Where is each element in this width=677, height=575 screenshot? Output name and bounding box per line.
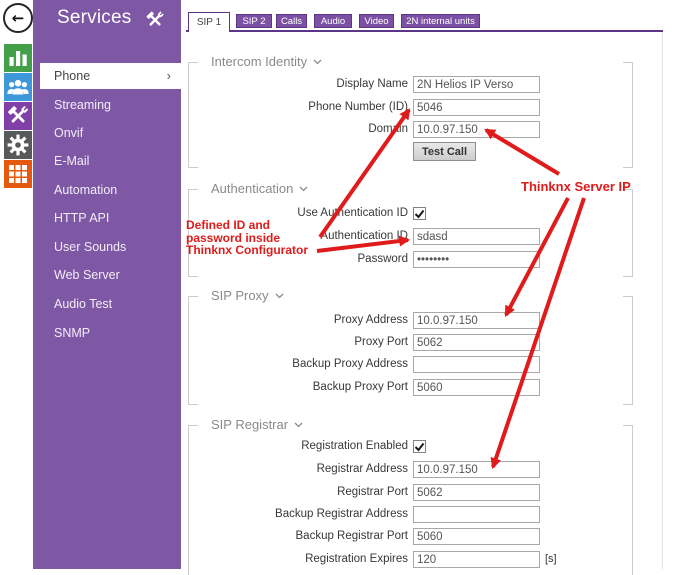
grid-icon xyxy=(4,160,32,188)
sidebar-title: Services xyxy=(57,7,131,29)
backup-proxy-port-input[interactable] xyxy=(413,379,540,396)
annotation-server-ip-label: Thinknx Server IP xyxy=(521,179,631,194)
backup-registrar-address-input[interactable] xyxy=(413,506,540,523)
sidebar-item-onvif[interactable]: Onvif xyxy=(54,125,83,141)
sidebar-item-snmp[interactable]: SNMP xyxy=(54,325,90,341)
authentication-id-input[interactable] xyxy=(413,228,540,245)
chevron-right-icon: › xyxy=(167,63,171,89)
back-button[interactable]: ← xyxy=(3,3,33,33)
sidebar-item-streaming[interactable]: Streaming xyxy=(54,97,111,113)
backup-proxy-address-input[interactable] xyxy=(413,356,540,373)
sidebar-item-automation[interactable]: Automation xyxy=(54,182,117,198)
registration-expires-input[interactable] xyxy=(413,551,540,568)
row-registration-expires: Registration Expires [s] xyxy=(188,551,628,568)
services-sidebar: Services Phone › Streaming Onvif E-Mail … xyxy=(33,0,181,569)
row-backup-proxy-port: Backup Proxy Port xyxy=(188,379,628,396)
services-tools-icon xyxy=(143,8,167,32)
tab-bar-underline xyxy=(186,30,663,32)
phone-number-input[interactable] xyxy=(413,99,540,116)
row-display-name: Display Name xyxy=(188,76,628,93)
legend-authentication[interactable]: Authentication xyxy=(205,181,314,196)
legend-sip-registrar[interactable]: SIP Registrar xyxy=(205,417,309,432)
use-authentication-id-checkbox[interactable] xyxy=(413,207,426,220)
domain-input[interactable] xyxy=(413,121,540,138)
statistics-nav-button[interactable] xyxy=(4,44,32,72)
test-call-button[interactable]: Test Call xyxy=(413,142,476,161)
collapse-icon xyxy=(275,293,284,299)
annotation-note: Defined ID and password inside Thinknx C… xyxy=(186,219,308,257)
registration-enabled-checkbox[interactable] xyxy=(413,440,426,453)
sidebar-item-email[interactable]: E-Mail xyxy=(54,153,89,169)
tools-icon xyxy=(4,102,32,130)
sidebar-item-audio-test[interactable]: Audio Test xyxy=(54,296,112,312)
row-backup-registrar-address: Backup Registrar Address xyxy=(188,506,628,523)
checkmark-icon xyxy=(414,441,425,452)
users-icon xyxy=(4,73,32,101)
services-nav-button[interactable] xyxy=(4,102,32,130)
row-proxy-port: Proxy Port xyxy=(188,334,628,351)
tab-sip1[interactable]: SIP 1 xyxy=(188,12,230,32)
hardware-nav-button[interactable] xyxy=(4,131,32,159)
collapse-icon xyxy=(294,422,303,428)
checkmark-icon xyxy=(414,208,425,219)
registrar-address-input[interactable] xyxy=(413,461,540,478)
sidebar-item-http-api[interactable]: HTTP API xyxy=(54,210,109,226)
proxy-address-input[interactable] xyxy=(413,312,540,329)
bar-chart-icon xyxy=(4,44,32,72)
sidebar-item-web-server[interactable]: Web Server xyxy=(54,267,120,283)
gear-icon xyxy=(4,131,32,159)
tab-sip2[interactable]: SIP 2 xyxy=(236,14,272,28)
sidebar-item-user-sounds[interactable]: User Sounds xyxy=(54,239,126,255)
row-registrar-port: Registrar Port xyxy=(188,484,628,501)
row-test-call: Test Call xyxy=(188,142,628,159)
proxy-port-input[interactable] xyxy=(413,334,540,351)
collapse-icon xyxy=(313,59,322,65)
display-name-input[interactable] xyxy=(413,76,540,93)
row-registration-enabled: Registration Enabled xyxy=(188,439,628,456)
back-icon: ← xyxy=(12,9,25,27)
tab-audio[interactable]: Audio xyxy=(314,14,352,28)
password-input[interactable] xyxy=(413,251,540,268)
content-right-border xyxy=(662,31,663,569)
registrar-port-input[interactable] xyxy=(413,484,540,501)
row-domain: Domain xyxy=(188,121,628,138)
row-proxy-address: Proxy Address xyxy=(188,312,628,329)
legend-sip-proxy[interactable]: SIP Proxy xyxy=(205,288,290,303)
row-backup-registrar-port: Backup Registrar Port xyxy=(188,528,628,545)
app-icon-strip: ← xyxy=(0,0,33,569)
collapse-icon xyxy=(299,186,308,192)
legend-intercom-identity[interactable]: Intercom Identity xyxy=(205,54,328,69)
system-nav-button[interactable] xyxy=(4,160,32,188)
row-registrar-address: Registrar Address xyxy=(188,461,628,478)
row-backup-proxy-address: Backup Proxy Address xyxy=(188,356,628,373)
seconds-unit-label: [s] xyxy=(545,551,557,568)
backup-registrar-port-input[interactable] xyxy=(413,528,540,545)
tab-video[interactable]: Video xyxy=(359,14,394,28)
directory-nav-button[interactable] xyxy=(4,73,32,101)
sidebar-item-phone[interactable]: Phone › xyxy=(40,63,181,89)
tab-calls[interactable]: Calls xyxy=(276,14,307,28)
tab-2n-internal-units[interactable]: 2N internal units xyxy=(401,14,480,28)
row-phone-number: Phone Number (ID) xyxy=(188,99,628,116)
